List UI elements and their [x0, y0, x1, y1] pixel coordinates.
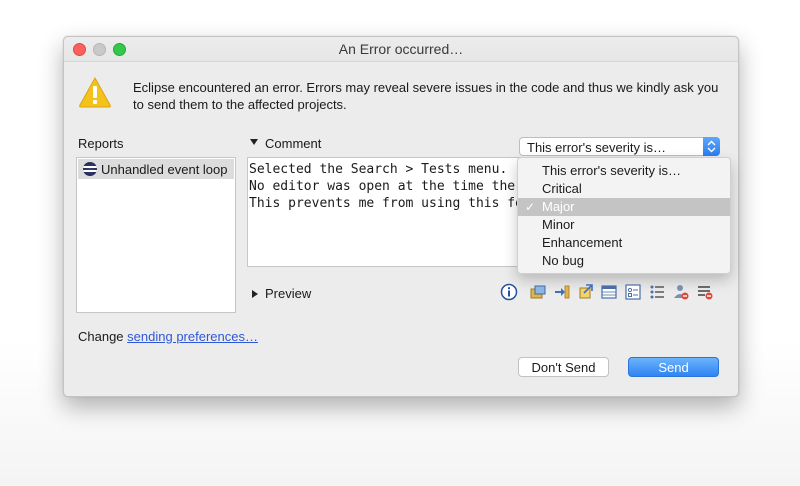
severity-option-major[interactable]: ✓ Major	[518, 198, 730, 216]
warning-icon	[79, 76, 111, 108]
report-item-label: Unhandled event loop	[101, 161, 228, 177]
reports-label: Reports	[78, 136, 124, 151]
severity-dropdown-menu: This error's severity is… Critical ✓ Maj…	[517, 157, 731, 274]
delete-list-icon[interactable]	[696, 283, 714, 301]
comment-label: Comment	[265, 136, 322, 151]
list-view-icon[interactable]	[648, 283, 666, 301]
dont-send-button[interactable]: Don't Send	[518, 357, 609, 377]
table-view-icon[interactable]	[600, 283, 618, 301]
info-icon[interactable]	[500, 283, 518, 301]
bundle-icon[interactable]	[529, 283, 547, 301]
severity-option-no-bug[interactable]: No bug	[518, 252, 730, 270]
select-arrows-icon[interactable]	[703, 137, 720, 156]
severity-option-minor[interactable]: Minor	[518, 216, 730, 234]
severity-selected-value: This error's severity is…	[527, 140, 667, 155]
checkmark-icon: ✓	[525, 200, 536, 214]
severity-option-enhancement[interactable]: Enhancement	[518, 234, 730, 252]
window-title: An Error occurred…	[338, 41, 464, 57]
sending-preferences-link[interactable]: sending preferences…	[127, 329, 258, 344]
user-remove-icon[interactable]	[672, 283, 690, 301]
step-into-icon[interactable]	[553, 283, 571, 301]
severity-select[interactable]: This error's severity is…	[519, 137, 720, 156]
error-message: Eclipse encountered an error. Errors may…	[133, 80, 719, 112]
severity-option[interactable]: This error's severity is…	[518, 162, 730, 180]
comment-disclosure-icon[interactable]	[249, 137, 259, 147]
send-button[interactable]: Send	[628, 357, 719, 377]
change-prefix: Change	[78, 329, 124, 344]
report-item[interactable]: Unhandled event loop	[78, 159, 234, 179]
preview-label: Preview	[265, 286, 312, 301]
reports-list[interactable]: Unhandled event loop	[76, 157, 236, 313]
title-bar: An Error occurred…	[64, 37, 738, 62]
export-icon[interactable]	[577, 283, 595, 301]
form-view-icon[interactable]	[624, 283, 642, 301]
change-preferences-text: Change sending preferences…	[78, 329, 258, 344]
preview-disclosure-icon[interactable]	[250, 289, 260, 299]
eclipse-icon	[83, 162, 97, 176]
severity-option-critical[interactable]: Critical	[518, 180, 730, 198]
error-dialog: An Error occurred… Eclipse encountered a…	[63, 36, 739, 397]
